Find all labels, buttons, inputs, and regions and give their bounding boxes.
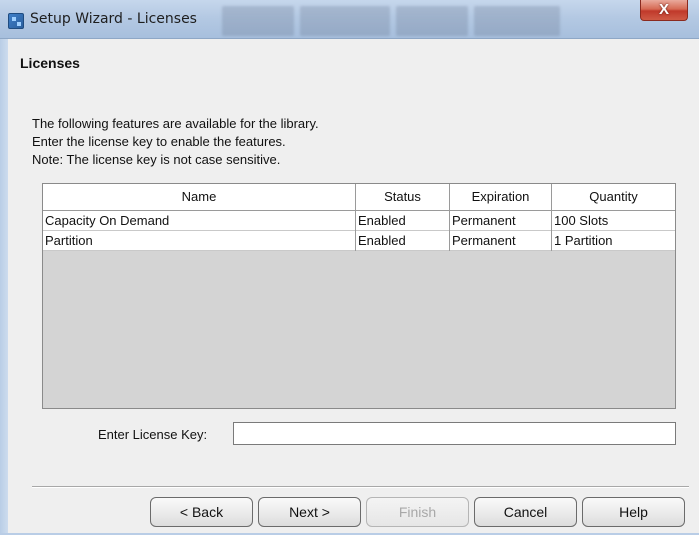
background-window-ghost (300, 6, 390, 36)
description-line-3: Note: The license key is not case sensit… (32, 152, 281, 167)
table-row[interactable]: Partition Enabled Permanent 1 Partition (43, 231, 675, 251)
table-header: Name Status Expiration Quantity (43, 184, 675, 211)
close-icon: X (658, 1, 669, 18)
cell-expiration: Permanent (450, 211, 552, 231)
background-window-ghost (474, 6, 560, 36)
column-header-status[interactable]: Status (356, 184, 450, 210)
background-window-ghost (396, 6, 468, 36)
window-frame-left (0, 39, 8, 535)
column-header-expiration[interactable]: Expiration (450, 184, 552, 210)
back-button[interactable]: < Back (150, 497, 253, 527)
next-button[interactable]: Next > (258, 497, 361, 527)
cell-status: Enabled (356, 231, 450, 251)
close-button[interactable]: X (640, 0, 688, 21)
table-row[interactable]: Capacity On Demand Enabled Permanent 100… (43, 211, 675, 231)
license-key-input[interactable] (233, 422, 676, 445)
page-title: Licenses (20, 55, 80, 71)
title-bar: Setup Wizard - Licenses X (0, 0, 699, 39)
setup-wizard-app-icon (8, 13, 24, 29)
cell-quantity: 100 Slots (554, 213, 609, 228)
cell-name: Capacity On Demand (43, 211, 356, 231)
cell-quantity: 1 Partition (554, 233, 613, 248)
column-header-quantity[interactable]: Quantity (552, 184, 675, 210)
column-header-name[interactable]: Name (43, 184, 356, 210)
cell-status: Enabled (356, 211, 450, 231)
description-line-2: Enter the license key to enable the feat… (32, 134, 286, 149)
cell-name: Partition (43, 231, 356, 251)
license-table[interactable]: Name Status Expiration Quantity Capacity… (42, 183, 676, 409)
cell-expiration: Permanent (450, 231, 552, 251)
finish-button[interactable]: Finish (366, 497, 469, 527)
window-title: Setup Wizard - Licenses (30, 11, 197, 27)
button-divider (32, 486, 689, 488)
license-key-label: Enter License Key: (98, 427, 208, 442)
background-window-ghost (222, 6, 294, 36)
help-button[interactable]: Help (582, 497, 685, 527)
cancel-button[interactable]: Cancel (474, 497, 577, 527)
description-line-1: The following features are available for… (32, 116, 319, 131)
